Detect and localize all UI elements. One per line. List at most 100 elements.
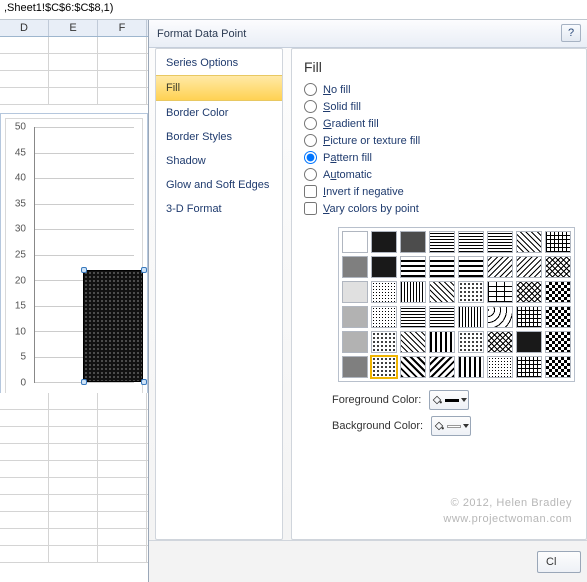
pattern-swatch[interactable] <box>545 306 571 328</box>
pattern-swatch[interactable] <box>516 356 542 378</box>
pattern-swatch[interactable] <box>516 231 542 253</box>
pattern-swatch[interactable] <box>342 281 368 303</box>
close-button[interactable]: Cl <box>537 551 581 573</box>
pattern-swatch[interactable] <box>371 331 397 353</box>
pattern-swatch[interactable] <box>458 331 484 353</box>
radio-pattern[interactable]: Pattern fill <box>304 151 574 164</box>
foreground-color-label: Foreground Color: <box>332 394 421 406</box>
pattern-swatch[interactable] <box>458 306 484 328</box>
pattern-swatch[interactable] <box>429 356 455 378</box>
pattern-picker <box>338 227 575 382</box>
pattern-swatch[interactable] <box>545 281 571 303</box>
pattern-swatch[interactable] <box>516 281 542 303</box>
watermark: © 2012, Helen Bradley www.projectwoman.c… <box>443 496 572 527</box>
pattern-swatch[interactable] <box>342 306 368 328</box>
selection-handle[interactable] <box>141 267 147 273</box>
pattern-swatch[interactable] <box>429 281 455 303</box>
pattern-swatch[interactable] <box>400 306 426 328</box>
radio-gradient[interactable]: Gradient fill <box>304 117 574 130</box>
pattern-swatch[interactable] <box>371 231 397 253</box>
pattern-swatch[interactable] <box>487 306 513 328</box>
pattern-swatch[interactable] <box>458 256 484 278</box>
pattern-swatch[interactable] <box>342 331 368 353</box>
pattern-swatch[interactable] <box>400 356 426 378</box>
pattern-swatch[interactable] <box>342 231 368 253</box>
pattern-swatch[interactable] <box>487 356 513 378</box>
pattern-swatch[interactable] <box>545 256 571 278</box>
col-header-f[interactable]: F <box>98 20 147 36</box>
dialog-title-bar[interactable]: Format Data Point ? <box>149 20 587 48</box>
pattern-swatch[interactable] <box>545 356 571 378</box>
pattern-swatch[interactable] <box>516 306 542 328</box>
pattern-swatch[interactable] <box>545 331 571 353</box>
pattern-swatch[interactable] <box>371 356 397 378</box>
embedded-chart[interactable]: 05101520253035404550 1 <box>0 113 148 413</box>
pattern-swatch[interactable] <box>516 256 542 278</box>
chevron-down-icon <box>461 398 467 402</box>
check-invert[interactable]: Invert if negative <box>304 185 574 198</box>
cell-grid[interactable] <box>0 37 148 105</box>
radio-solid[interactable]: Solid fill <box>304 100 574 113</box>
category-list: Series OptionsFillBorder ColorBorder Sty… <box>155 48 283 540</box>
paint-bucket-icon <box>433 420 445 432</box>
selection-handle[interactable] <box>81 267 87 273</box>
data-bar[interactable] <box>83 270 143 382</box>
y-tick: 10 <box>15 326 26 337</box>
pattern-swatch[interactable] <box>487 231 513 253</box>
pattern-swatch[interactable] <box>400 331 426 353</box>
y-tick: 0 <box>20 378 26 389</box>
cell-grid-lower[interactable] <box>0 393 148 563</box>
nav-item-series-options[interactable]: Series Options <box>156 51 282 75</box>
pattern-swatch[interactable] <box>458 231 484 253</box>
background-color-button[interactable] <box>431 416 471 436</box>
dialog-footer: Cl <box>149 540 587 582</box>
pattern-swatch[interactable] <box>429 331 455 353</box>
nav-item-3-d-format[interactable]: 3-D Format <box>156 197 282 221</box>
radio-auto[interactable]: Automatic <box>304 168 574 181</box>
pattern-swatch[interactable] <box>371 256 397 278</box>
col-header-d[interactable]: D <box>0 20 49 36</box>
selection-handle[interactable] <box>141 379 147 385</box>
y-tick: 50 <box>15 122 26 133</box>
worksheet: D E F 05101520253035404550 1 <box>0 20 148 582</box>
pattern-swatch[interactable] <box>400 281 426 303</box>
nav-item-border-color[interactable]: Border Color <box>156 101 282 125</box>
col-header-e[interactable]: E <box>49 20 98 36</box>
check-vary[interactable]: Vary colors by point <box>304 202 574 215</box>
background-color-label: Background Color: <box>332 420 423 432</box>
pattern-swatch[interactable] <box>342 256 368 278</box>
pattern-swatch[interactable] <box>545 231 571 253</box>
pattern-swatch[interactable] <box>487 331 513 353</box>
paint-bucket-icon <box>431 394 443 406</box>
radio-picture[interactable]: Picture or texture fill <box>304 134 574 147</box>
pattern-swatch[interactable] <box>400 231 426 253</box>
panel-heading: Fill <box>304 59 574 75</box>
nav-item-shadow[interactable]: Shadow <box>156 149 282 173</box>
nav-item-glow-and-soft-edges[interactable]: Glow and Soft Edges <box>156 173 282 197</box>
pattern-swatch[interactable] <box>487 281 513 303</box>
y-tick: 40 <box>15 173 26 184</box>
foreground-color-button[interactable] <box>429 390 469 410</box>
chevron-down-icon <box>463 424 469 428</box>
help-button[interactable]: ? <box>561 24 581 42</box>
y-tick: 5 <box>20 352 26 363</box>
pattern-swatch[interactable] <box>371 306 397 328</box>
pattern-swatch[interactable] <box>487 256 513 278</box>
pattern-swatch[interactable] <box>516 331 542 353</box>
nav-item-fill[interactable]: Fill <box>156 75 282 101</box>
pattern-swatch[interactable] <box>371 281 397 303</box>
pattern-swatch[interactable] <box>400 256 426 278</box>
radio-nofill[interactable]: No fill <box>304 83 574 96</box>
nav-item-border-styles[interactable]: Border Styles <box>156 125 282 149</box>
pattern-swatch[interactable] <box>429 256 455 278</box>
pattern-swatch[interactable] <box>458 281 484 303</box>
format-data-point-dialog: Format Data Point ? Series OptionsFillBo… <box>148 20 587 582</box>
y-tick: 35 <box>15 198 26 209</box>
y-tick: 20 <box>15 275 26 286</box>
pattern-swatch[interactable] <box>342 356 368 378</box>
y-tick: 15 <box>15 301 26 312</box>
pattern-swatch[interactable] <box>429 231 455 253</box>
selection-handle[interactable] <box>81 379 87 385</box>
pattern-swatch[interactable] <box>429 306 455 328</box>
pattern-swatch[interactable] <box>458 356 484 378</box>
